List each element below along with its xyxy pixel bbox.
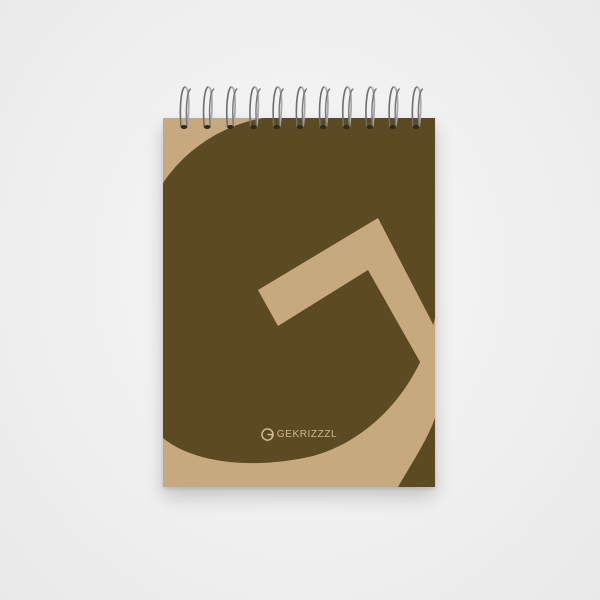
wire-loop bbox=[318, 86, 331, 129]
wire-loop bbox=[225, 86, 238, 129]
wire-binding-graphic bbox=[179, 86, 424, 129]
wire-loop bbox=[411, 86, 424, 129]
wire-loop bbox=[341, 86, 354, 129]
wire-loop bbox=[272, 86, 285, 129]
spiral-notebook: GEKRIZZZL bbox=[163, 118, 435, 487]
brand-logo: GEKRIZZZL bbox=[163, 428, 435, 441]
wire-loop bbox=[202, 86, 215, 129]
wire-loop bbox=[249, 86, 261, 129]
product-mockup-scene: GEKRIZZZL bbox=[0, 0, 600, 600]
wire-loop bbox=[388, 86, 401, 129]
brand-name: GEKRIZZZL bbox=[276, 429, 338, 440]
wire-loop bbox=[365, 86, 377, 129]
wire-loop bbox=[295, 86, 308, 129]
g-monogram-icon bbox=[260, 428, 274, 441]
wire-binding bbox=[172, 83, 432, 133]
wire-loop bbox=[179, 86, 192, 129]
